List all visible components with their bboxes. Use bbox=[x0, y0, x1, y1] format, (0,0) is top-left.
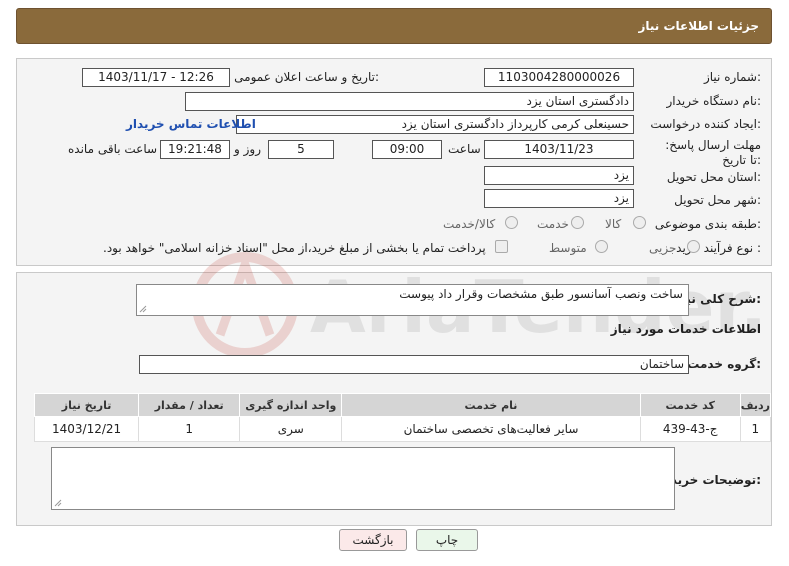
page-title: جزئیات اطلاعات نیاز bbox=[638, 19, 759, 33]
province-label: استان محل تحویل: bbox=[666, 170, 761, 184]
services-section-title: اطلاعات خدمات مورد نیاز bbox=[610, 322, 761, 336]
process-option-minor: جزیی bbox=[649, 241, 677, 255]
need-number-field[interactable]: 1103004280000026 bbox=[484, 68, 634, 87]
days-remaining-field[interactable]: 5 bbox=[268, 140, 334, 159]
cell-service-code: ج-43-439 bbox=[639, 416, 741, 442]
buyer-notes-textarea[interactable] bbox=[51, 447, 675, 510]
col-need-date: تاریخ نیاز bbox=[33, 393, 140, 417]
creator-label: ایجاد کننده درخواست: bbox=[650, 117, 761, 131]
buyer-org-field[interactable]: دادگستری استان یزد bbox=[185, 92, 634, 111]
resize-grip-icon[interactable] bbox=[54, 499, 62, 507]
summary-textarea[interactable]: ساخت ونصب آسانسور طبق مشخصات وقرار داد پ… bbox=[136, 284, 689, 316]
col-quantity: تعداد / مقدار bbox=[138, 393, 241, 417]
buyer-org-label: نام دستگاه خریدار: bbox=[666, 94, 762, 108]
col-service-code: کد خدمت bbox=[639, 393, 741, 417]
category-radio-service[interactable] bbox=[571, 216, 584, 229]
back-button[interactable]: بازگشت bbox=[339, 529, 407, 551]
time-label: ساعت bbox=[448, 142, 481, 156]
announce-datetime-field[interactable]: 1403/11/17 - 12:26 bbox=[82, 68, 230, 87]
cell-row-number: 1 bbox=[739, 416, 772, 442]
days-label: روز و bbox=[234, 142, 261, 156]
treasury-payment-note: پرداخت تمام یا بخشی از مبلغ خرید،از محل … bbox=[103, 241, 486, 255]
announce-label: تاریخ و ساعت اعلان عمومی: bbox=[234, 70, 379, 84]
need-number-label: شماره نیاز: bbox=[703, 70, 761, 84]
province-field[interactable]: یزد bbox=[484, 166, 634, 185]
cell-unit: سری bbox=[239, 416, 343, 442]
cell-need-date: 1403/12/21 bbox=[33, 416, 140, 442]
deadline-date-field[interactable]: 1403/11/23 bbox=[484, 140, 634, 159]
service-group-label: گروه خدمت: bbox=[687, 357, 761, 371]
category-option-service: خدمت bbox=[537, 217, 569, 231]
process-radio-medium[interactable] bbox=[595, 240, 608, 253]
remaining-label: ساعت باقی مانده bbox=[68, 142, 158, 156]
request-info-panel bbox=[16, 58, 772, 266]
table-row[interactable]: 1 ج-43-439 سایر فعالیت‌های تخصصی ساختمان… bbox=[33, 416, 772, 442]
services-table: ردیف کد خدمت نام خدمت واحد اندازه گیری ت… bbox=[33, 393, 772, 442]
service-group-field[interactable]: ساختمان bbox=[139, 355, 689, 374]
deadline-time-field[interactable]: 09:00 bbox=[372, 140, 442, 159]
page-header: جزئیات اطلاعات نیاز bbox=[16, 8, 772, 44]
creator-field[interactable]: حسینعلی کرمی کارپرداز دادگستری استان یزد bbox=[236, 115, 634, 134]
table-header-row: ردیف کد خدمت نام خدمت واحد اندازه گیری ت… bbox=[33, 393, 772, 417]
city-field[interactable]: یزد bbox=[484, 189, 634, 208]
col-service-name: نام خدمت bbox=[341, 393, 641, 417]
category-radio-goods-service[interactable] bbox=[505, 216, 518, 229]
process-option-medium: متوسط bbox=[549, 241, 587, 255]
category-radio-goods[interactable] bbox=[633, 216, 646, 229]
cell-quantity: 1 bbox=[138, 416, 241, 442]
category-option-goods: کالا bbox=[605, 217, 622, 231]
category-label: طبقه بندی موضوعی: bbox=[654, 217, 761, 231]
process-radio-minor[interactable] bbox=[687, 240, 700, 253]
col-row-number: ردیف bbox=[739, 393, 772, 417]
remaining-time-field[interactable]: 19:21:48 bbox=[160, 140, 230, 159]
print-button[interactable]: چاپ bbox=[416, 529, 478, 551]
category-option-goods-service: کالا/خدمت bbox=[443, 217, 496, 231]
deadline-label: مهلت ارسال پاسخ: تا تاریخ: bbox=[665, 138, 761, 167]
treasury-payment-checkbox[interactable] bbox=[495, 240, 508, 253]
col-unit: واحد اندازه گیری bbox=[239, 393, 343, 417]
buyer-contact-link[interactable]: اطلاعات تماس خریدار bbox=[126, 117, 256, 131]
cell-service-name: سایر فعالیت‌های تخصصی ساختمان bbox=[341, 416, 641, 442]
resize-grip-icon[interactable] bbox=[139, 305, 147, 313]
city-label: شهر محل تحویل: bbox=[674, 193, 761, 207]
summary-text: ساخت ونصب آسانسور طبق مشخصات وقرار داد پ… bbox=[399, 287, 683, 301]
